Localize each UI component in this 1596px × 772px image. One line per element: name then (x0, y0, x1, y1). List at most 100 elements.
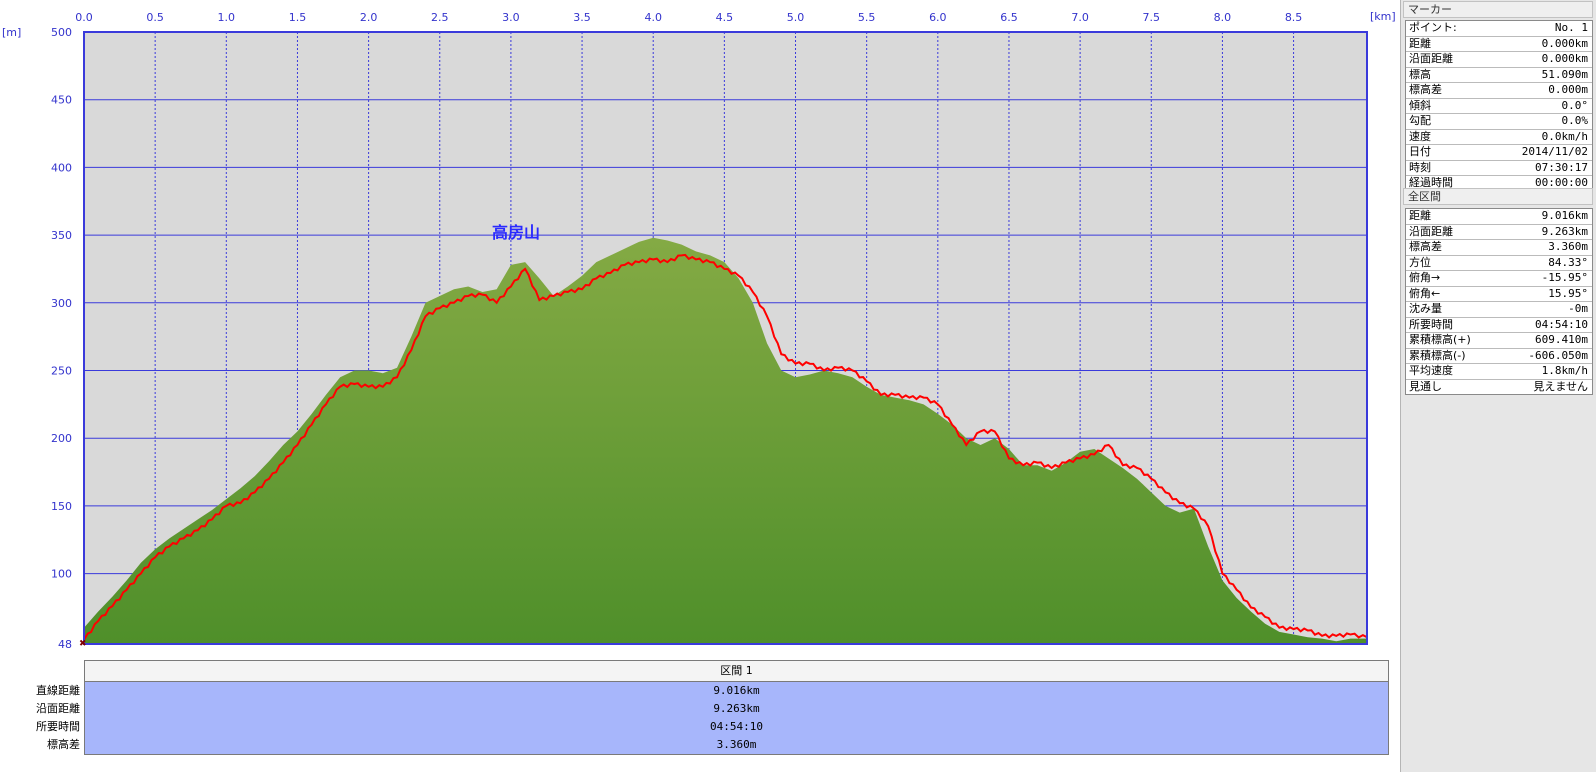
y-tick-label: 500 (51, 26, 72, 39)
x-tick-label: 2.5 (431, 11, 449, 24)
x-tick-label: 0.0 (75, 11, 93, 24)
section-header[interactable]: 区間 1 (84, 660, 1389, 682)
x-tick-label: 5.5 (858, 11, 876, 24)
y-tick-label: 350 (51, 229, 72, 242)
surface-distance-value: 9.263km (713, 702, 760, 715)
range-row-value: 84.33° (1548, 255, 1588, 269)
x-unit-label: [km] (1370, 10, 1396, 23)
x-tick-label: 1.5 (289, 11, 307, 24)
marker-row-label: 距離 (1409, 36, 1431, 50)
start-marker: ✖ (79, 639, 87, 649)
marker-row-label: 標高差 (1409, 83, 1442, 96)
required-time-label: 所要時間 (36, 720, 80, 733)
range-row: 沿面距離 9.263km (1406, 224, 1592, 240)
x-tick-label: 7.5 (1143, 11, 1161, 24)
marker-row: 勾配 0.0% (1406, 114, 1592, 130)
info-panel: マーカー ポイント: No. 1 距離 0.000km 沿面距離 0.000km 標高 51.… (1400, 0, 1596, 772)
range-row-label: 累積標高(-) (1409, 348, 1466, 362)
range-row-label: 距離 (1409, 209, 1431, 222)
x-tick-label: 6.0 (929, 11, 947, 24)
range-row: 俯角← 15.95° (1406, 287, 1592, 302)
elevation-diff-label: 標高差 (47, 738, 80, 751)
marker-row-value: 0.0km/h (1541, 129, 1588, 143)
range-row-value: 9.263km (1541, 224, 1588, 238)
marker-row-value: No. 1 (1554, 21, 1588, 34)
marker-row: 時刻 07:30:17 (1406, 160, 1592, 176)
range-row-label: 平均速度 (1409, 364, 1453, 377)
marker-row-value: 51.090m (1541, 67, 1588, 81)
range-info-table: 距離 9.016km 沿面距離 9.263km 標高差 3.360m 方位 84.33° 俯角→… (1405, 208, 1593, 395)
range-row: 累積標高(+) 609.410m (1406, 333, 1592, 349)
marker-row-value: 07:30:17 (1535, 160, 1588, 174)
range-row-label: 沈み量 (1409, 302, 1442, 315)
y-axis-ticks: 500 450 400 350 300 250 200 150 100 48 (51, 26, 72, 651)
marker-row: 速度 0.0km/h (1406, 129, 1592, 145)
marker-row: 距離 0.000km (1406, 36, 1592, 52)
y-tick-label: 400 (51, 161, 72, 174)
marker-row-label: ポイント: (1409, 21, 1457, 34)
range-row-label: 俯角→ (1409, 271, 1441, 284)
marker-row: 日付 2014/11/02 (1406, 145, 1592, 161)
elevation-chart[interactable]: 0.0 0.5 1.0 1.5 2.0 2.5 3.0 3.5 4.0 4.5 5.0 5.5 6.0 6… (0, 0, 1400, 660)
y-tick-label: 48 (58, 638, 72, 651)
marker-row-label: 日付 (1409, 145, 1431, 158)
marker-row-value: 0.000km (1541, 36, 1588, 50)
range-row-value: 9.016km (1541, 209, 1588, 222)
marker-row: 標高 51.090m (1406, 67, 1592, 83)
x-tick-label: 8.5 (1285, 11, 1303, 24)
y-tick-label: 200 (51, 432, 72, 445)
range-row-label: 方位 (1409, 255, 1431, 269)
range-row-value: 3.360m (1548, 240, 1588, 253)
range-row-value: 1.8km/h (1541, 364, 1588, 377)
range-row: 所要時間 04:54:10 (1406, 317, 1592, 333)
marker-row-value: 0.0° (1561, 98, 1589, 112)
range-row-value: 609.410m (1535, 333, 1588, 346)
marker-row-value: 0.000m (1548, 83, 1588, 96)
straight-distance-label: 直線距離 (36, 684, 80, 697)
range-row-label: 累積標高(+) (1409, 333, 1471, 346)
range-panel-header[interactable]: 全区間 (1403, 188, 1593, 205)
x-tick-label: 2.0 (360, 11, 378, 24)
range-row-value: 04:54:10 (1535, 317, 1588, 331)
range-row: 平均速度 1.8km/h (1406, 364, 1592, 380)
range-row-value: 見えません (1533, 379, 1588, 393)
range-row-value: -606.050m (1528, 348, 1588, 362)
range-row-value: -15.95° (1541, 271, 1588, 284)
x-tick-label: 0.5 (146, 11, 164, 24)
x-tick-label: 8.0 (1214, 11, 1232, 24)
range-row: 見通し 見えません (1406, 380, 1592, 395)
straight-distance-value: 9.016km (713, 684, 760, 697)
x-axis-ticks: 0.0 0.5 1.0 1.5 2.0 2.5 3.0 3.5 4.0 4.5 5.0 5.5 6.0 6… (75, 11, 1302, 24)
y-unit-label: [m] (2, 26, 21, 39)
range-row-label: 見通し (1409, 379, 1442, 393)
marker-row: 標高差 0.000m (1406, 83, 1592, 99)
range-row-value: -0m (1568, 302, 1588, 315)
range-row: 累積標高(-) -606.050m (1406, 348, 1592, 364)
marker-row: 沿面距離 0.000km (1406, 52, 1592, 68)
elevation-chart-svg[interactable]: 0.0 0.5 1.0 1.5 2.0 2.5 3.0 3.5 4.0 4.5 5.0 5.5 6.0 6… (0, 0, 1400, 660)
marker-row: ポイント: No. 1 (1406, 21, 1592, 37)
elevation-diff-value: 3.360m (716, 738, 757, 751)
marker-panel-header[interactable]: マーカー (1403, 1, 1593, 18)
x-tick-label: 4.5 (716, 11, 734, 24)
range-row-label: 沿面距離 (1409, 224, 1453, 238)
x-tick-label: 1.0 (218, 11, 236, 24)
range-row-label: 標高差 (1409, 240, 1442, 253)
marker-row-value: 0.000km (1541, 52, 1588, 65)
y-tick-label: 300 (51, 297, 72, 310)
y-tick-label: 450 (51, 94, 72, 107)
range-row: 距離 9.016km (1406, 209, 1592, 225)
peak-annotation: 高房山 (492, 223, 540, 242)
range-row: 沈み量 -0m (1406, 302, 1592, 318)
range-row: 俯角→ -15.95° (1406, 271, 1592, 287)
range-row: 標高差 3.360m (1406, 240, 1592, 256)
x-tick-label: 6.5 (1000, 11, 1018, 24)
range-row: 方位 84.33° (1406, 255, 1592, 271)
x-tick-label: 3.5 (573, 11, 591, 24)
y-tick-label: 250 (51, 364, 72, 377)
marker-row-label: 沿面距離 (1409, 52, 1453, 65)
y-tick-label: 100 (51, 568, 72, 581)
x-tick-label: 3.0 (502, 11, 520, 24)
surface-distance-label: 沿面距離 (36, 702, 80, 715)
marker-row-label: 標高 (1409, 67, 1431, 81)
